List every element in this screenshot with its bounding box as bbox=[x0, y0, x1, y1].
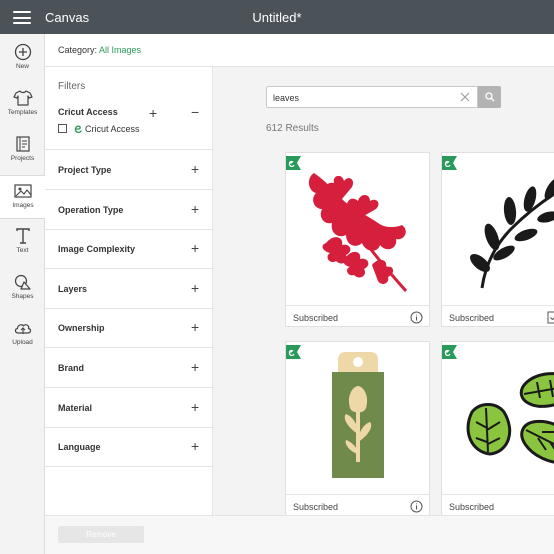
filter-label: Layers bbox=[58, 284, 88, 294]
rail-label-text: Text bbox=[16, 247, 29, 254]
info-icon[interactable] bbox=[410, 311, 423, 324]
card-footer: Subscribed bbox=[286, 305, 429, 326]
clear-search-icon[interactable] bbox=[460, 92, 470, 102]
filter-image-complexity[interactable]: Image Complexity + bbox=[45, 229, 213, 269]
image-card[interactable]: Subscribed bbox=[285, 152, 430, 327]
top-bar: Canvas Untitled* bbox=[0, 0, 554, 34]
search-icon bbox=[485, 92, 495, 102]
filter-panel: Filters Cricut Access + − Cricut Access … bbox=[45, 67, 213, 515]
info-icon[interactable] bbox=[547, 311, 554, 324]
filter-label: Ownership bbox=[58, 323, 105, 333]
card-footer: Subscribed bbox=[442, 305, 554, 326]
rail-item-projects[interactable]: Projects bbox=[0, 129, 45, 173]
remove-button[interactable]: Remove bbox=[58, 526, 144, 543]
access-ribbon-icon bbox=[442, 345, 457, 359]
filter-label: Image Complexity bbox=[58, 244, 136, 254]
plus-circle-icon bbox=[14, 43, 31, 61]
rail-label-new: New bbox=[15, 63, 29, 70]
text-icon bbox=[15, 228, 30, 244]
upload-cloud-icon bbox=[14, 324, 31, 334]
access-ribbon-icon bbox=[286, 156, 301, 170]
footer-bar: Remove bbox=[45, 515, 554, 554]
rail-item-templates[interactable]: Templates bbox=[0, 83, 45, 127]
red-leaf-sprig-image bbox=[308, 173, 408, 292]
access-ribbon-icon bbox=[286, 345, 301, 359]
filter-brand[interactable]: Brand + bbox=[45, 348, 213, 388]
category-label: Category: All Images bbox=[58, 45, 141, 55]
plus-icon: + bbox=[191, 201, 200, 217]
subscription-status: Subscribed bbox=[293, 502, 339, 512]
rail-item-images[interactable]: Images bbox=[0, 175, 46, 219]
category-header: Category: All Images bbox=[45, 34, 554, 67]
projects-icon bbox=[15, 136, 30, 152]
image-icon bbox=[14, 184, 32, 198]
filter-layers[interactable]: Layers + bbox=[45, 269, 213, 309]
cricut-access-collapse-button[interactable]: − bbox=[191, 104, 199, 120]
left-rail: New Templates Projects Images Text Shape… bbox=[0, 34, 46, 554]
rail-label-images: Images bbox=[12, 202, 34, 209]
cricut-access-expand-button[interactable]: + bbox=[149, 105, 157, 121]
cricut-access-checkbox-label: Cricut Access bbox=[85, 124, 140, 134]
plus-icon: + bbox=[191, 399, 200, 415]
rail-item-upload[interactable]: Upload bbox=[0, 313, 45, 357]
filter-label: Brand bbox=[58, 363, 85, 373]
subscription-status: Subscribed bbox=[449, 313, 495, 323]
green-leaves-set-image bbox=[466, 372, 554, 465]
subscription-status: Subscribed bbox=[449, 502, 495, 512]
image-card[interactable]: Subscribed bbox=[441, 152, 554, 327]
filters-title: Filters bbox=[58, 81, 86, 92]
card-footer: Subscribed bbox=[442, 494, 554, 515]
rail-item-shapes[interactable]: Shapes bbox=[0, 267, 45, 311]
plus-icon: + bbox=[191, 280, 200, 296]
plus-icon: + bbox=[191, 438, 200, 454]
filter-label: Material bbox=[58, 403, 93, 413]
results-area: 612 Results Subscribed bbox=[213, 67, 554, 515]
rail-label-upload: Upload bbox=[12, 339, 33, 346]
shirt-icon bbox=[12, 90, 33, 106]
plus-icon: + bbox=[191, 161, 200, 177]
document-title: Untitled* bbox=[252, 10, 302, 25]
search-input[interactable] bbox=[273, 90, 453, 105]
category-prefix: Category: bbox=[58, 45, 100, 55]
black-leaf-branch-image bbox=[470, 178, 554, 289]
rail-label-projects: Projects bbox=[10, 155, 35, 162]
filter-ownership[interactable]: Ownership + bbox=[45, 308, 213, 348]
floral-gift-tag-image bbox=[332, 352, 384, 478]
plus-icon: + bbox=[191, 240, 200, 256]
filter-material[interactable]: Material + bbox=[45, 388, 213, 428]
plus-icon: + bbox=[191, 359, 200, 375]
filter-label: Language bbox=[58, 442, 101, 452]
search-box bbox=[266, 86, 478, 108]
shapes-icon bbox=[14, 274, 31, 290]
rail-label-templates: Templates bbox=[7, 109, 38, 116]
info-icon[interactable] bbox=[410, 500, 423, 513]
subscription-status: Subscribed bbox=[293, 313, 339, 323]
card-footer: Subscribed bbox=[286, 494, 429, 515]
filter-label: Project Type bbox=[58, 165, 112, 175]
rail-item-text[interactable]: Text bbox=[0, 221, 45, 265]
cricut-access-checkbox[interactable] bbox=[58, 124, 67, 133]
cricut-access-title: Cricut Access bbox=[58, 107, 118, 117]
image-card[interactable]: Subscribed bbox=[441, 341, 554, 515]
plus-icon: + bbox=[191, 319, 200, 335]
search-button[interactable] bbox=[478, 86, 501, 108]
filter-project-type[interactable]: Project Type + bbox=[45, 150, 213, 190]
access-ribbon-icon bbox=[442, 156, 457, 170]
filter-operation-type[interactable]: Operation Type + bbox=[45, 190, 213, 230]
filter-label: Operation Type bbox=[58, 205, 124, 215]
image-card[interactable]: Subscribed bbox=[285, 341, 430, 515]
cricut-access-badge-icon bbox=[74, 125, 82, 134]
category-link[interactable]: All Images bbox=[99, 45, 141, 55]
results-count: 612 Results bbox=[266, 123, 319, 134]
filter-language[interactable]: Language + bbox=[45, 427, 213, 467]
rail-item-new[interactable]: New bbox=[0, 37, 45, 81]
rail-label-shapes: Shapes bbox=[11, 293, 34, 300]
